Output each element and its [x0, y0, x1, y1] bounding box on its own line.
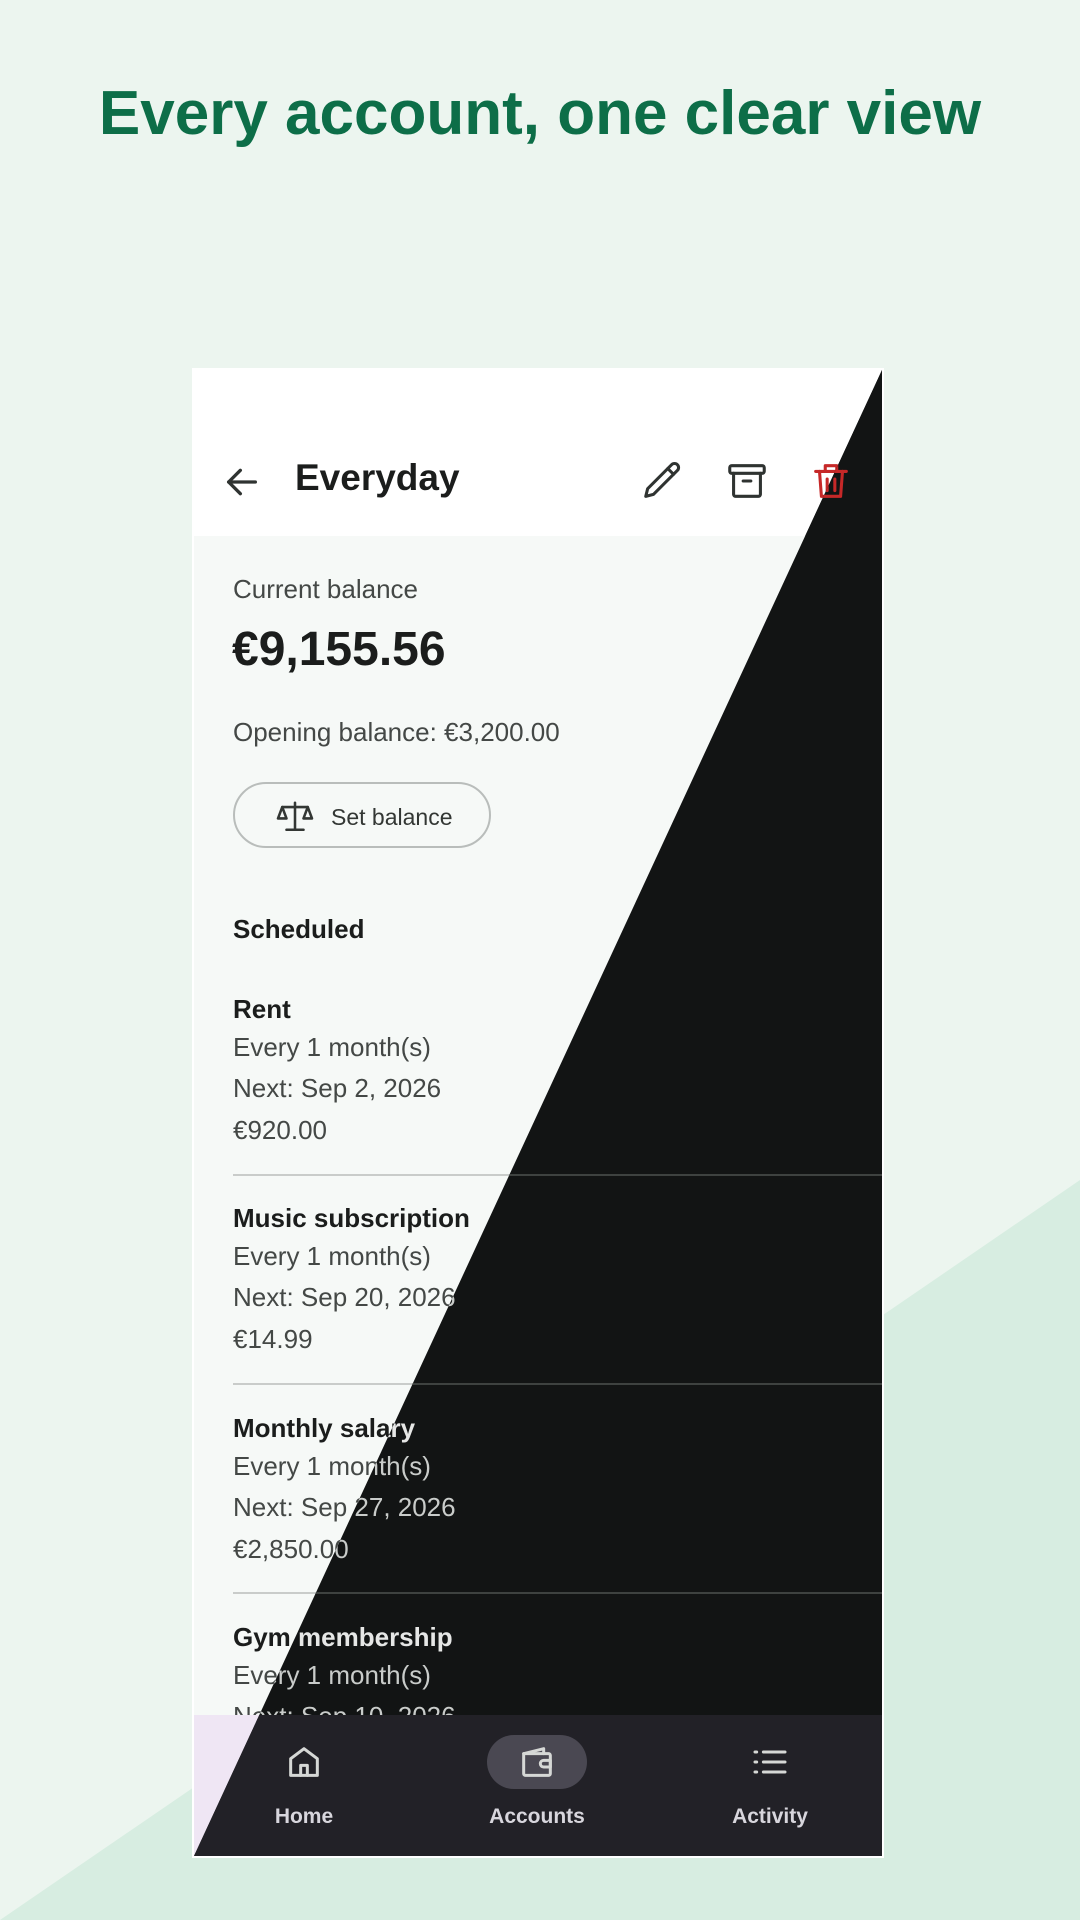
item-amount: €920.00: [233, 1115, 327, 1145]
archive-box-icon[interactable]: [724, 458, 770, 504]
divider: [233, 1592, 882, 1594]
nav-label-activity: Activity: [732, 1805, 808, 1828]
phone-screenshot: Everyday Current balance €9,155.56 Openi…: [194, 370, 882, 1856]
list-icon: [748, 1742, 792, 1782]
scheduled-heading: Scheduled: [233, 914, 365, 944]
top-app-bar: Everyday: [194, 370, 882, 536]
set-balance-button[interactable]: Set balance: [233, 782, 491, 848]
item-frequency: Every 1 month(s): [233, 1241, 431, 1271]
set-balance-label: Set balance: [331, 804, 453, 830]
nav-label-accounts: Accounts: [489, 1805, 585, 1828]
nav-item-activity[interactable]: Activity: [700, 1735, 840, 1835]
pencil-icon[interactable]: [640, 458, 686, 504]
balance-amount: €9,155.56: [232, 623, 446, 676]
nav-item-accounts[interactable]: Accounts: [467, 1735, 607, 1835]
item-next-date: Next: Sep 2, 2026: [233, 1073, 442, 1103]
headline: Every account, one clear view: [98, 79, 982, 148]
scale-icon: [275, 800, 315, 834]
opening-balance: Opening balance: €3,200.00: [233, 717, 560, 747]
balance-label: Current balance: [233, 574, 418, 604]
item-name: Rent: [233, 994, 291, 1024]
wallet-icon: [515, 1742, 559, 1782]
page-title: Everyday: [295, 457, 460, 498]
arrow-left-icon[interactable]: [222, 462, 262, 502]
item-next-date: Next: Sep 20, 2026: [233, 1282, 456, 1312]
item-amount: €14.99: [233, 1324, 313, 1354]
nav-item-home[interactable]: Home: [234, 1735, 374, 1835]
nav-label-home: Home: [274, 1805, 334, 1828]
bottom-navigation: Home Accounts Activity: [194, 1715, 882, 1856]
item-frequency: Every 1 month(s): [233, 1032, 431, 1062]
item-name: Music subscription: [233, 1203, 470, 1233]
home-icon: [282, 1742, 326, 1782]
